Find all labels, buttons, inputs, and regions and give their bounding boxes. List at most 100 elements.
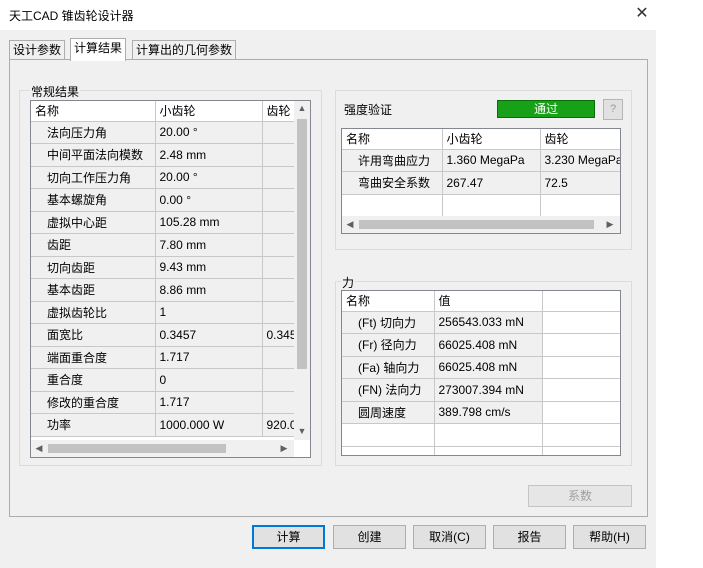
create-button[interactable]: 创建 — [333, 525, 406, 549]
force-grid[interactable]: 名称 值 (Ft) 切向力 256543.033 mN (Fr) 径向力 66025… — [341, 290, 621, 456]
gear-value — [262, 256, 295, 279]
table-row[interactable]: (Fr) 径向力 66025.408 mN — [342, 333, 620, 357]
horizontal-scroll-thumb[interactable] — [359, 220, 594, 229]
help-button[interactable]: 帮助(H) — [573, 525, 646, 549]
table-row[interactable]: 基本齿距 8.86 mm — [31, 278, 295, 302]
table-row[interactable] — [342, 423, 620, 447]
bevel-gear-designer-dialog: 天工CAD 锥齿轮设计器 ✕ 设计参数 计算结果 计算出的几何参数 常规结果 名… — [0, 0, 703, 568]
title-bar: 天工CAD 锥齿轮设计器 ✕ — [0, 0, 703, 30]
row-name: 虚拟中心距 — [31, 211, 156, 234]
general-results-title: 常规结果 — [30, 83, 81, 100]
row-name: 齿距 — [31, 233, 156, 257]
table-row[interactable]: 切向齿距 9.43 mm — [31, 256, 295, 279]
scroll-right-icon[interactable]: ▶ — [604, 219, 616, 230]
table-row[interactable]: 圆周速度 389.798 cm/s — [342, 401, 620, 424]
general-results-grid[interactable]: 名称 小齿轮 齿轮 法向压力角 20.00 ° 中间平面法向模数 2.48 mm 切… — [30, 100, 311, 458]
general-results-vertical-scrollbar[interactable]: ▲ ▼ — [294, 101, 310, 440]
table-row[interactable] — [342, 446, 620, 455]
strength-table: 名称 小齿轮 齿轮 许用弯曲应力 1.360 MegaPa 3.230 MegaPa… — [342, 129, 620, 217]
tab-calculated-geometry[interactable]: 计算出的几何参数 — [132, 40, 237, 60]
table-row[interactable]: 基本螺旋角 0.00 ° — [31, 188, 295, 212]
pinion-value: 0.3457 — [155, 323, 263, 347]
report-button[interactable]: 报告 — [493, 525, 566, 549]
table-row[interactable]: (Ft) 切向力 256543.033 mN — [342, 311, 620, 334]
gear-value — [262, 391, 295, 414]
pinion-value: 8.86 mm — [155, 278, 263, 302]
gear-value — [262, 301, 295, 324]
row-name: 圆周速度 — [342, 401, 435, 424]
column-header-value[interactable]: 值 — [434, 291, 543, 312]
row-name: 面宽比 — [31, 323, 156, 347]
column-header-name[interactable]: 名称 — [342, 129, 443, 150]
gear-value — [262, 278, 295, 302]
gear-value — [262, 166, 295, 189]
pinion-value: 9.43 mm — [155, 256, 263, 279]
vertical-scroll-thumb[interactable] — [297, 119, 307, 369]
pinion-value: 1.717 — [155, 391, 263, 414]
table-row[interactable]: 虚拟中心距 105.28 mm — [31, 211, 295, 234]
force-value: 66025.408 mN — [434, 356, 543, 379]
scroll-down-icon[interactable]: ▼ — [294, 426, 310, 436]
table-row[interactable]: (Fa) 轴向力 66025.408 mN — [342, 356, 620, 379]
table-row[interactable]: 端面重合度 1.717 — [31, 346, 295, 369]
row-name: 弯曲安全系数 — [342, 171, 443, 195]
force-value: 273007.394 mN — [434, 378, 543, 402]
gear-value — [262, 211, 295, 234]
column-header-pinion[interactable]: 小齿轮 — [155, 101, 263, 122]
pinion-value: 2.48 mm — [155, 143, 263, 167]
gear-value — [262, 121, 295, 144]
pinion-value: 1.717 — [155, 346, 263, 369]
row-name: (Ft) 切向力 — [342, 311, 435, 334]
column-header-name[interactable]: 名称 — [342, 291, 435, 312]
table-row[interactable]: 功率 1000.000 W 920.0 — [31, 413, 295, 437]
scroll-left-icon[interactable]: ◀ — [344, 219, 356, 230]
pinion-value: 20.00 ° — [155, 121, 263, 144]
close-icon[interactable]: ✕ — [631, 4, 653, 26]
coefficient-button[interactable]: 系数 — [528, 485, 632, 507]
pinion-value: 1000.000 W — [155, 413, 263, 437]
scroll-right-icon[interactable]: ▶ — [278, 443, 290, 454]
row-name: 重合度 — [31, 368, 156, 392]
gear-value — [262, 143, 295, 167]
scroll-left-icon[interactable]: ◀ — [33, 443, 45, 454]
table-row[interactable]: 法向压力角 20.00 ° — [31, 121, 295, 144]
scroll-up-icon[interactable]: ▲ — [294, 103, 310, 113]
strength-grid[interactable]: 名称 小齿轮 齿轮 许用弯曲应力 1.360 MegaPa 3.230 MegaPa… — [341, 128, 621, 234]
pinion-value: 1.360 MegaPa — [442, 149, 541, 172]
table-row[interactable]: 虚拟齿轮比 1 — [31, 301, 295, 324]
table-row[interactable]: 修改的重合度 1.717 — [31, 391, 295, 414]
column-header-gear[interactable]: 齿轮 — [540, 129, 620, 150]
column-header-pinion[interactable]: 小齿轮 — [442, 129, 541, 150]
column-header-gear[interactable]: 齿轮 — [262, 101, 295, 122]
window-title: 天工CAD 锥齿轮设计器 — [9, 9, 134, 23]
gear-value: 3.230 MegaPa — [540, 149, 620, 172]
column-header-blank[interactable] — [542, 291, 620, 312]
gear-value: 920.0 — [262, 413, 295, 437]
row-name: 功率 — [31, 413, 156, 437]
table-row[interactable]: 弯曲安全系数 267.47 72.5 — [342, 171, 620, 195]
table-row[interactable]: 切向工作压力角 20.00 ° — [31, 166, 295, 189]
table-row[interactable]: 重合度 0 — [31, 368, 295, 392]
tab-calculation-results[interactable]: 计算结果 — [70, 38, 127, 61]
general-results-horizontal-scrollbar[interactable]: ◀ ▶ — [31, 440, 294, 457]
cancel-button[interactable]: 取消(C) — [413, 525, 486, 549]
gear-value — [262, 188, 295, 212]
table-row[interactable]: 齿距 7.80 mm — [31, 233, 295, 257]
pinion-value: 1 — [155, 301, 263, 324]
column-header-name[interactable]: 名称 — [31, 101, 156, 122]
row-name: 修改的重合度 — [31, 391, 156, 414]
strength-help-button[interactable]: ? — [603, 99, 623, 120]
horizontal-scroll-thumb[interactable] — [48, 444, 226, 453]
row-name: 基本齿距 — [31, 278, 156, 302]
table-row[interactable]: 许用弯曲应力 1.360 MegaPa 3.230 MegaPa — [342, 149, 620, 172]
row-name: (FN) 法向力 — [342, 378, 435, 402]
row-name: 中间平面法向模数 — [31, 143, 156, 167]
table-row[interactable]: 面宽比 0.3457 0.345 — [31, 323, 295, 347]
calculate-button[interactable]: 计算 — [252, 525, 325, 549]
table-row[interactable]: (FN) 法向力 273007.394 mN — [342, 378, 620, 402]
table-row[interactable] — [342, 194, 620, 217]
tab-design-parameters[interactable]: 设计参数 — [9, 40, 66, 60]
strength-horizontal-scrollbar[interactable]: ◀ ▶ — [342, 216, 620, 233]
general-results-table: 名称 小齿轮 齿轮 法向压力角 20.00 ° 中间平面法向模数 2.48 mm 切… — [31, 101, 295, 437]
table-row[interactable]: 中间平面法向模数 2.48 mm — [31, 143, 295, 167]
